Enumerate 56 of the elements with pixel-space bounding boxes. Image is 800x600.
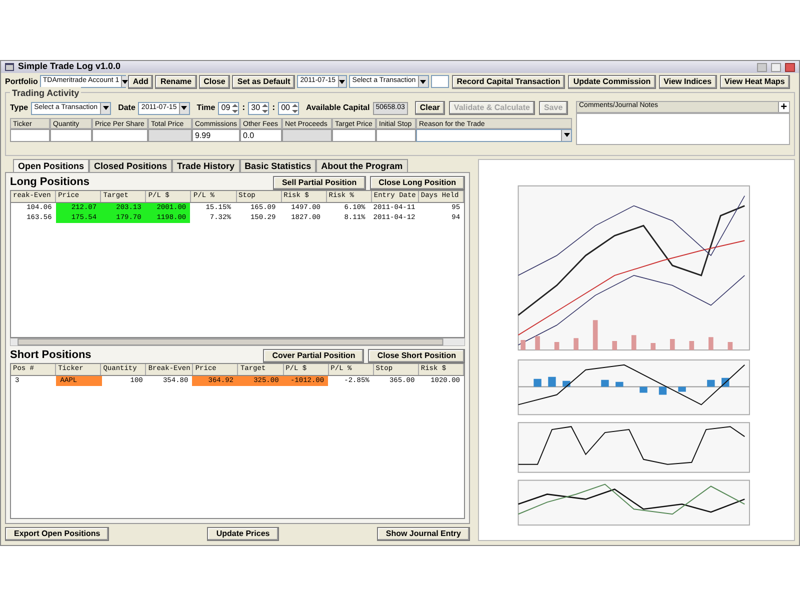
input-field[interactable] (376, 128, 416, 142)
section-title: Short Positions (10, 348, 92, 364)
footer-button[interactable]: Export Open Positions (5, 527, 110, 541)
toolbar-button[interactable]: Update Commission (568, 74, 656, 88)
close-button[interactable] (785, 62, 795, 72)
position-button[interactable]: Cover Partial Position (263, 348, 364, 362)
toolbar-button[interactable]: Close (198, 74, 230, 88)
time-separator: : (242, 101, 246, 114)
minimize-button[interactable] (757, 62, 767, 72)
toolbar-button[interactable]: View Indices (658, 74, 717, 88)
input-field[interactable] (332, 128, 376, 142)
input-field[interactable] (10, 128, 50, 142)
spinner-arrows-icon (292, 102, 298, 114)
tab[interactable]: Trade History (172, 159, 240, 172)
date-label: Date (118, 102, 136, 114)
form-button[interactable]: Clear (414, 101, 445, 115)
tab[interactable]: About the Program (316, 159, 408, 172)
spinner-arrows-icon (262, 102, 268, 114)
toolbar-button[interactable]: Set as Default (232, 74, 296, 88)
section-title: Long Positions (10, 175, 90, 190)
notes-field[interactable] (576, 112, 790, 144)
app-icon (5, 63, 14, 71)
input-field (148, 128, 192, 142)
input-field[interactable]: 9.99 (192, 128, 240, 142)
toolbar-button[interactable]: Add (128, 74, 154, 88)
input-field[interactable] (92, 128, 148, 142)
add-note-button[interactable]: + (778, 102, 789, 112)
position-button[interactable]: Sell Partial Position (272, 176, 366, 190)
time-spinner[interactable]: 09 (218, 102, 240, 114)
toolbar-button[interactable]: View Heat Maps (720, 74, 790, 88)
footer-button[interactable]: Show Journal Entry (376, 527, 470, 541)
input-field[interactable] (430, 75, 449, 88)
maximize-button[interactable] (771, 62, 781, 72)
position-button[interactable]: Close Short Position (368, 348, 465, 362)
spinner-arrows-icon (232, 102, 238, 114)
reason-dropdown[interactable] (416, 128, 572, 142)
horizontal-scrollbar[interactable] (10, 338, 465, 346)
time-label: Time (196, 102, 216, 114)
tab[interactable]: Open Positions (13, 159, 90, 172)
window-title: Simple Trade Log v1.0.0 (18, 60, 122, 74)
type-label: Type (10, 102, 28, 114)
time-spinner[interactable]: 00 (278, 102, 299, 114)
input-field[interactable] (50, 128, 92, 142)
position-button[interactable]: Close Long Position (370, 176, 465, 190)
footer-button[interactable]: Update Prices (207, 527, 279, 541)
tab[interactable]: Basic Statistics (240, 159, 316, 172)
input-field[interactable]: 0.0 (240, 128, 282, 142)
panel-title: Trading Activity (10, 87, 82, 100)
tab[interactable]: Closed Positions (89, 159, 172, 172)
time-separator: : (272, 101, 276, 114)
capital-label: Available Capital (306, 102, 370, 114)
portfolio-label: Portfolio (5, 76, 38, 88)
toolbar-button[interactable]: Rename (155, 74, 197, 88)
input-field (282, 128, 332, 142)
toolbar-button[interactable]: Record Capital Transaction (452, 74, 566, 88)
time-spinner[interactable]: 30 (248, 102, 270, 114)
